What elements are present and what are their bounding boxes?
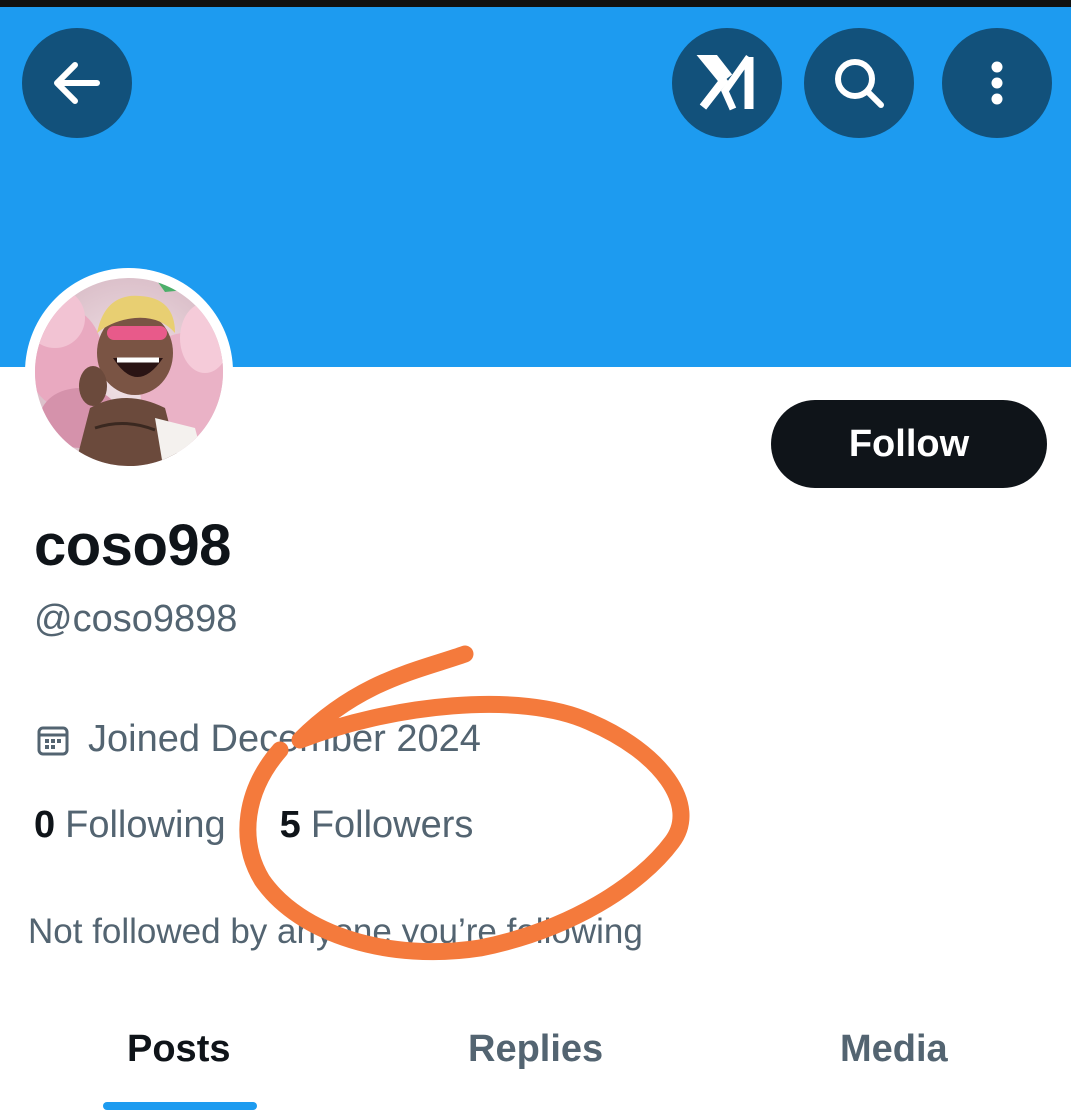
joined-date: Joined December 2024 xyxy=(88,718,481,760)
following-stat[interactable]: 0 Following xyxy=(34,804,226,847)
grok-icon xyxy=(696,54,754,111)
joined-row: Joined December 2024 xyxy=(36,718,481,761)
follow-stats: 0 Following 5 Followers xyxy=(34,804,473,847)
user-handle: @coso9898 xyxy=(34,598,238,640)
not-followed-notice: Not followed by anyone you’re following xyxy=(28,912,643,951)
active-tab-indicator xyxy=(103,1102,257,1110)
followers-count: 5 xyxy=(279,804,301,846)
search-button[interactable] xyxy=(804,28,914,138)
back-button[interactable] xyxy=(22,28,132,138)
avatar[interactable] xyxy=(35,278,223,466)
profile-tabs: Posts Replies Media xyxy=(0,1000,1071,1112)
more-vertical-icon xyxy=(991,61,1003,105)
following-count: 0 xyxy=(34,804,56,846)
arrow-left-icon xyxy=(54,62,100,104)
more-button[interactable] xyxy=(942,28,1052,138)
followers-label: Followers xyxy=(310,804,474,846)
follow-button[interactable]: Follow xyxy=(771,400,1047,488)
display-name: coso98 xyxy=(34,513,231,578)
grok-button[interactable] xyxy=(672,28,782,138)
status-strip xyxy=(0,0,1071,7)
followers-stat[interactable]: 5 Followers xyxy=(280,804,474,847)
calendar-icon xyxy=(37,726,69,755)
search-icon xyxy=(835,59,884,108)
tab-posts[interactable]: Posts xyxy=(127,1028,230,1071)
tab-replies[interactable]: Replies xyxy=(468,1028,603,1071)
following-label: Following xyxy=(65,804,226,846)
tab-media[interactable]: Media xyxy=(840,1028,948,1071)
profile-page: Follow coso98 @coso9898 Joined December … xyxy=(0,0,1071,1112)
